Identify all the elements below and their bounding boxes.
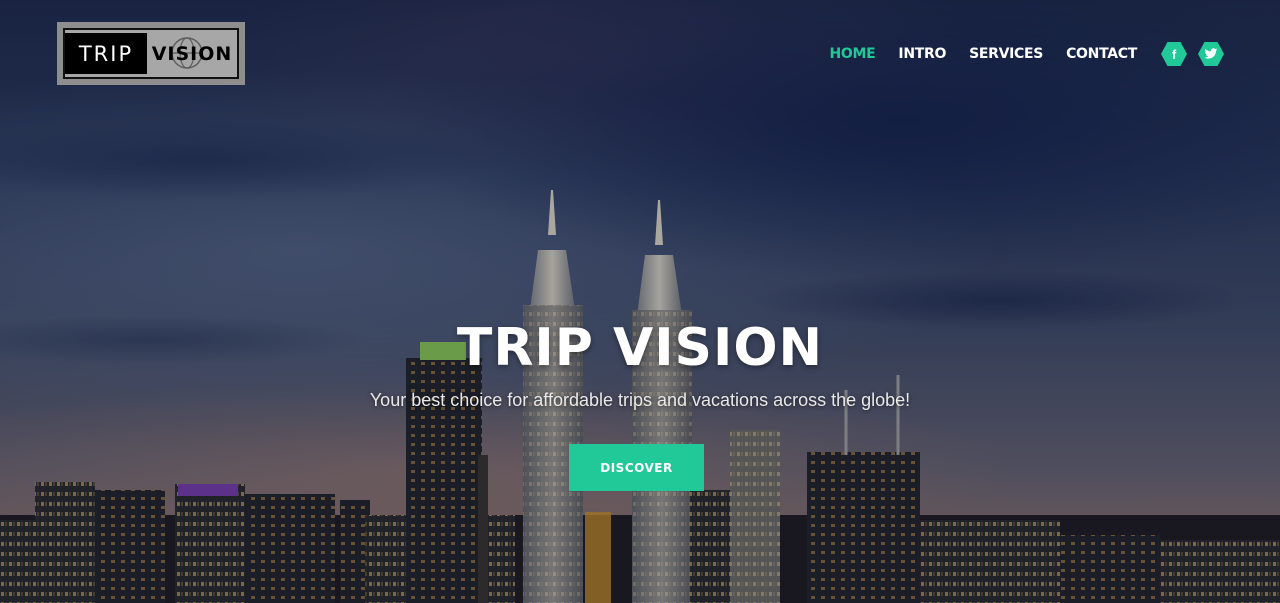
nav-item-contact[interactable]: CONTACT bbox=[1066, 44, 1137, 64]
social-links: f bbox=[1161, 42, 1224, 66]
hero-title: TRIP VISION bbox=[456, 318, 824, 378]
twitter-bird-icon bbox=[1204, 48, 1218, 59]
site-logo[interactable]: TRIP VISION bbox=[57, 22, 245, 85]
logo-frame: TRIP VISION bbox=[63, 28, 239, 79]
nav-item-home[interactable]: HOME bbox=[829, 44, 875, 64]
logo-word-vision-wrap: VISION bbox=[147, 33, 237, 74]
hero-subtitle: Your best choice for affordable trips an… bbox=[369, 390, 911, 410]
nav-item-intro[interactable]: INTRO bbox=[898, 44, 946, 64]
logo-word-trip: TRIP bbox=[65, 33, 147, 74]
discover-button[interactable]: DISCOVER bbox=[569, 444, 704, 491]
facebook-icon[interactable]: f bbox=[1161, 42, 1187, 66]
hero-background bbox=[0, 0, 1280, 603]
facebook-glyph: f bbox=[1171, 46, 1177, 62]
main-nav: HOME INTRO SERVICES CONTACT bbox=[829, 44, 1137, 64]
twitter-icon[interactable] bbox=[1198, 42, 1224, 66]
nav-item-services[interactable]: SERVICES bbox=[969, 44, 1043, 64]
logo-word-vision: VISION bbox=[151, 42, 233, 65]
dark-overlay bbox=[0, 0, 1280, 603]
